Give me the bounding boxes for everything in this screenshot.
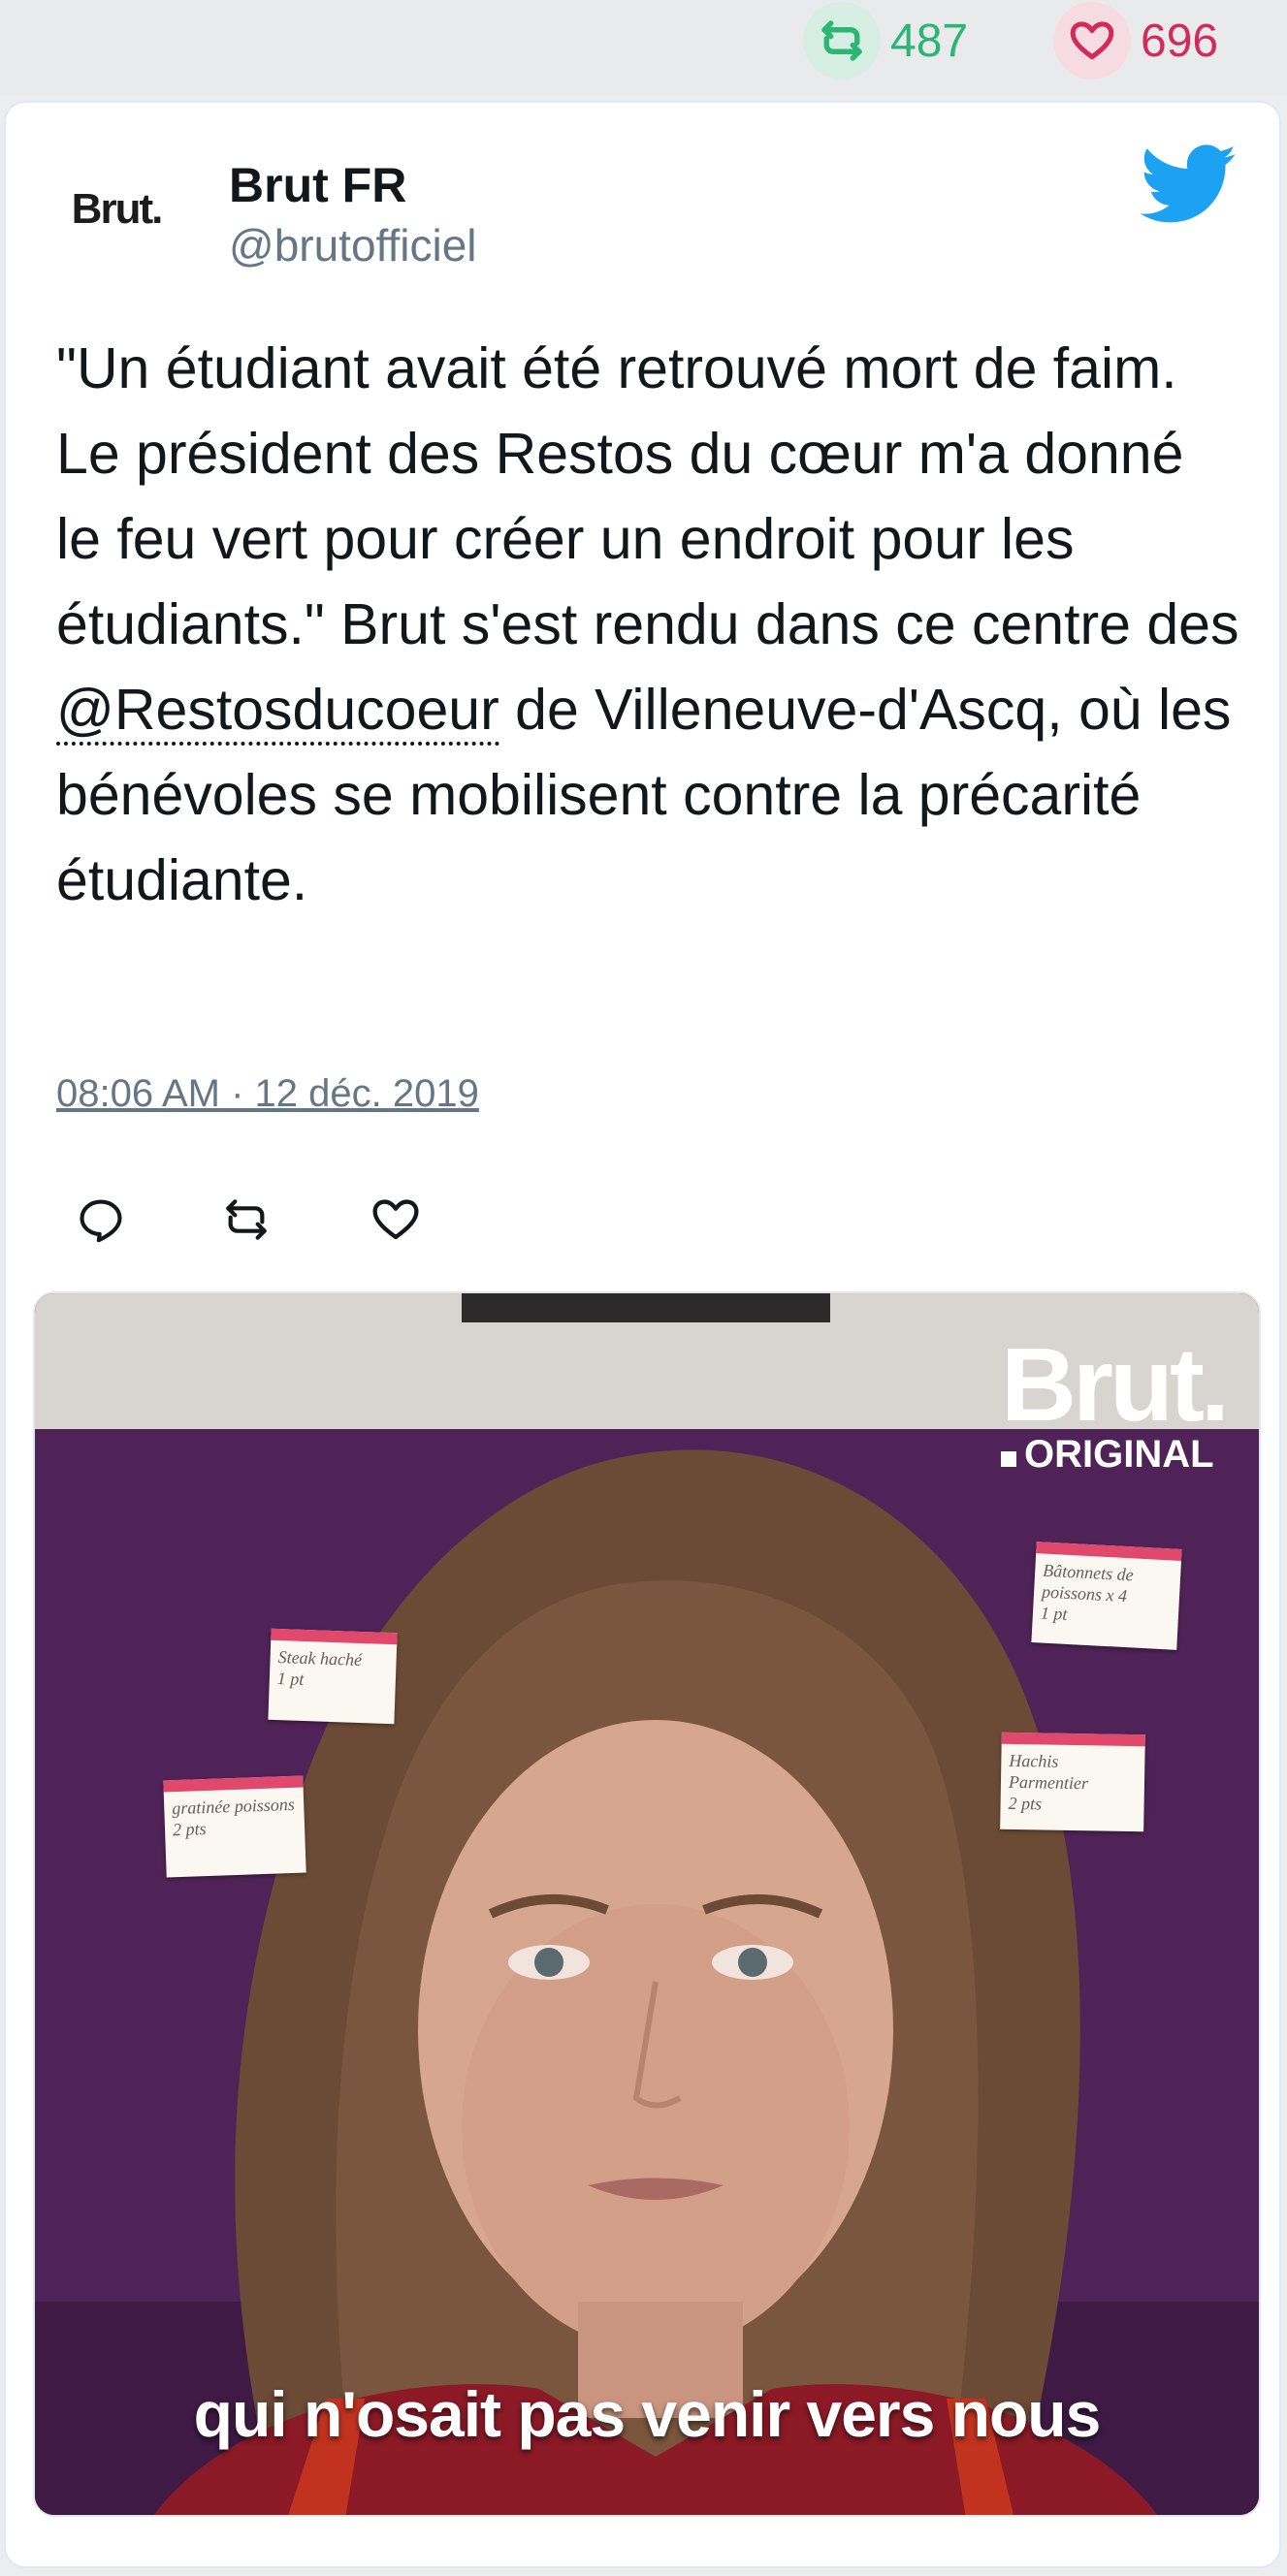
retweet-count-value: 487 <box>890 15 969 67</box>
video-frame-image <box>35 1293 1259 2515</box>
menu-note-3: Bâtonnets de poissons x 4 1 pt <box>1031 1542 1182 1650</box>
menu-note-4: Hachis Parmentier 2 pts <box>1000 1732 1145 1832</box>
brand-sub: ORIGINAL <box>1001 1433 1226 1476</box>
like-icon <box>372 1199 419 1240</box>
tweet-card: Brut. Brut FR @brutofficiel "Un étudiant… <box>4 101 1281 2568</box>
tweet-text: "Un étudiant avait été retrouvé mort de … <box>56 326 1239 923</box>
retweet-count[interactable]: 487 <box>803 0 968 81</box>
reply-icon <box>80 1199 122 1243</box>
retweet-icon <box>803 2 881 80</box>
avatar[interactable]: Brut. <box>54 147 178 271</box>
heart-icon <box>1053 2 1131 80</box>
twitter-bird-icon[interactable] <box>1141 142 1238 229</box>
brut-original-logo: Brut. ORIGINAL <box>1001 1325 1230 1476</box>
mention-link[interactable]: @Restosducoeur <box>56 678 499 746</box>
avatar-logo-text: Brut. <box>71 185 164 233</box>
menu-note-2: gratinée poissons 2 pts <box>163 1775 306 1878</box>
like-count[interactable]: 696 <box>1053 0 1218 81</box>
retweet-button[interactable] <box>215 1189 277 1251</box>
tweet-timestamp[interactable]: 08:06 AM · 12 déc. 2019 <box>56 1072 479 1116</box>
menu-note-1: Steak haché 1 pt <box>268 1628 398 1725</box>
tweet-text-before: "Un étudiant avait été retrouvé mort de … <box>56 336 1239 656</box>
engagement-bar: 487 696 <box>0 0 1287 95</box>
retweet-icon <box>226 1199 267 1240</box>
video-subtitle: qui n'osait pas venir vers nous <box>193 2378 1102 2450</box>
author-name[interactable]: Brut FR <box>229 157 406 213</box>
tweet-media-video[interactable]: Steak haché 1 pt gratinée poissons 2 pts… <box>33 1291 1261 2517</box>
author-handle[interactable]: @brutofficiel <box>229 219 477 271</box>
brand-word: Brut. <box>1001 1325 1230 1443</box>
reply-button[interactable] <box>70 1189 132 1251</box>
like-count-value: 696 <box>1141 15 1219 67</box>
like-button[interactable] <box>365 1189 427 1251</box>
